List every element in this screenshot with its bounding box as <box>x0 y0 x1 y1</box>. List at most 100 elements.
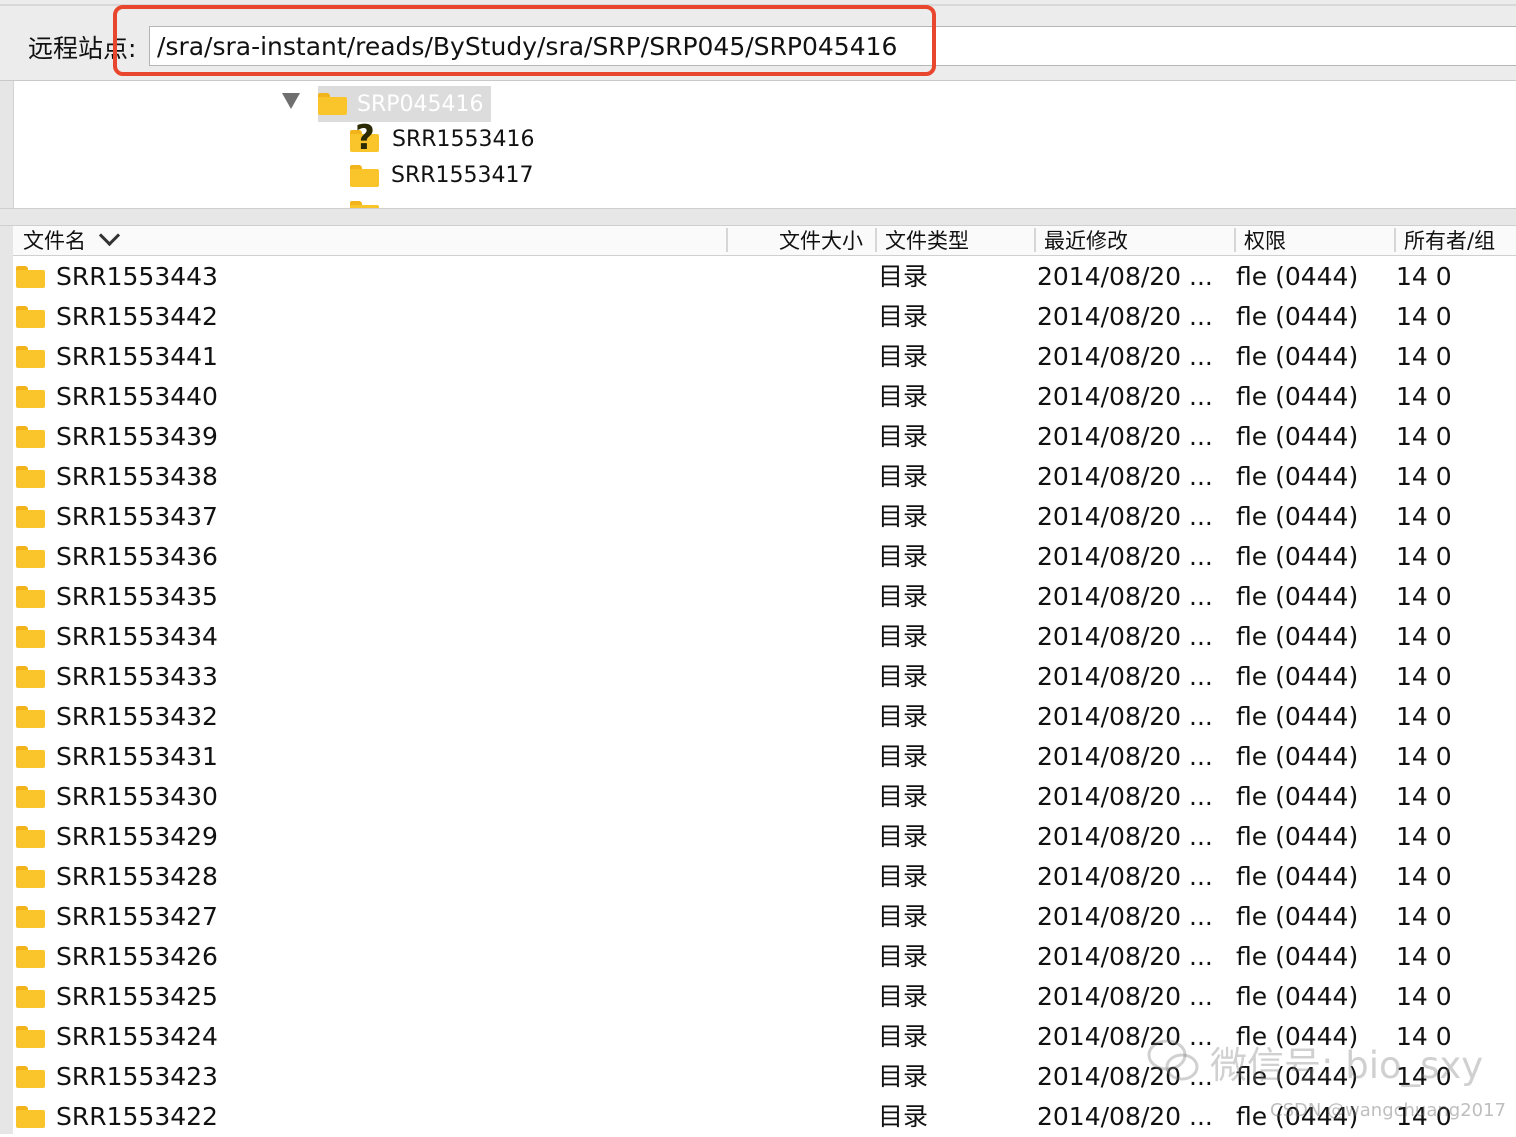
column-separator[interactable] <box>1234 228 1236 252</box>
file-modified: 2014/08/20 ... <box>1037 262 1213 291</box>
table-row[interactable]: SRR1553434 目录 2014/08/20 ... fle (0444) 14 0 <box>13 617 1516 657</box>
file-type: 目录 <box>878 262 929 291</box>
col-header-owner[interactable]: 所有者/组 <box>1404 226 1495 256</box>
file-owner: 14 0 <box>1396 702 1452 731</box>
column-separator[interactable] <box>875 228 877 252</box>
file-type: 目录 <box>878 942 929 971</box>
csdn-watermark: CSDN @wangchuang2017 <box>1270 1100 1507 1121</box>
file-modified: 2014/08/20 ... <box>1037 302 1213 331</box>
table-row[interactable]: SRR1553425 目录 2014/08/20 ... fle (0444) 14 0 <box>13 977 1516 1017</box>
folder-icon <box>16 906 45 928</box>
folder-icon <box>350 201 379 208</box>
table-row[interactable]: SRR1553432 目录 2014/08/20 ... fle (0444) 14 0 <box>13 697 1516 737</box>
file-type: 目录 <box>878 422 929 451</box>
file-owner: 14 0 <box>1396 822 1452 851</box>
column-separator[interactable] <box>1034 228 1036 252</box>
file-type: 目录 <box>878 1022 929 1051</box>
file-name: SRR1553433 <box>56 662 218 691</box>
file-name: SRR1553435 <box>56 582 218 611</box>
file-owner: 14 0 <box>1396 782 1452 811</box>
table-row[interactable]: SRR1553427 目录 2014/08/20 ... fle (0444) 14 0 <box>13 897 1516 937</box>
table-row[interactable]: SRR1553430 目录 2014/08/20 ... fle (0444) 14 0 <box>13 777 1516 817</box>
file-modified: 2014/08/20 ... <box>1037 1102 1213 1131</box>
folder-icon <box>16 346 45 368</box>
file-type: 目录 <box>878 902 929 931</box>
file-type: 目录 <box>878 742 929 771</box>
file-name: SRR1553441 <box>56 342 218 371</box>
table-row[interactable]: SRR1553436 目录 2014/08/20 ... fle (0444) 14 0 <box>13 537 1516 577</box>
tree-node[interactable]: SRR1553417 <box>350 163 534 188</box>
folder-icon <box>16 586 45 608</box>
folder-icon <box>318 93 347 115</box>
tree-node[interactable]: ? SRR1553416 <box>350 119 535 157</box>
path-highlight-box <box>113 5 936 76</box>
table-row[interactable]: SRR1553441 目录 2014/08/20 ... fle (0444) 14 0 <box>13 337 1516 377</box>
file-modified: 2014/08/20 ... <box>1037 582 1213 611</box>
file-permission: fle (0444) <box>1236 302 1359 331</box>
file-type: 目录 <box>878 862 929 891</box>
file-owner: 14 0 <box>1396 462 1452 491</box>
file-modified: 2014/08/20 ... <box>1037 382 1213 411</box>
pane-splitter[interactable] <box>0 208 1516 226</box>
col-header-name[interactable]: 文件名 <box>23 224 121 256</box>
file-modified: 2014/08/20 ... <box>1037 782 1213 811</box>
file-name: SRR1553428 <box>56 862 218 891</box>
file-type: 目录 <box>878 1102 929 1131</box>
col-header-perm[interactable]: 权限 <box>1244 226 1286 256</box>
col-header-modified[interactable]: 最近修改 <box>1044 226 1128 256</box>
file-owner: 14 0 <box>1396 862 1452 891</box>
tree-node-selected[interactable]: SRP045416 <box>318 86 491 122</box>
file-permission: fle (0444) <box>1236 942 1359 971</box>
file-type: 目录 <box>878 1062 929 1091</box>
file-permission: fle (0444) <box>1236 462 1359 491</box>
file-type: 目录 <box>878 822 929 851</box>
file-modified: 2014/08/20 ... <box>1037 622 1213 651</box>
folder-icon <box>16 786 45 808</box>
file-type: 目录 <box>878 702 929 731</box>
file-permission: fle (0444) <box>1236 822 1359 851</box>
file-modified: 2014/08/20 ... <box>1037 942 1213 971</box>
folder-icon <box>16 746 45 768</box>
table-row[interactable]: SRR1553440 目录 2014/08/20 ... fle (0444) 14 0 <box>13 377 1516 417</box>
folder-icon <box>16 386 45 408</box>
folder-icon <box>16 266 45 288</box>
column-separator[interactable] <box>726 228 728 252</box>
table-row[interactable]: SRR1553428 目录 2014/08/20 ... fle (0444) 14 0 <box>13 857 1516 897</box>
folder-icon <box>350 164 379 187</box>
file-modified: 2014/08/20 ... <box>1037 982 1213 1011</box>
file-type: 目录 <box>878 542 929 571</box>
file-modified: 2014/08/20 ... <box>1037 662 1213 691</box>
table-row[interactable]: SRR1553433 目录 2014/08/20 ... fle (0444) 14 0 <box>13 657 1516 697</box>
table-row[interactable]: SRR1553438 目录 2014/08/20 ... fle (0444) 14 0 <box>13 457 1516 497</box>
table-row[interactable]: SRR1553442 目录 2014/08/20 ... fle (0444) 14 0 <box>13 297 1516 337</box>
column-separator[interactable] <box>1394 228 1396 252</box>
col-header-type[interactable]: 文件类型 <box>885 226 969 256</box>
remote-directory-tree: SRP045416 ? SRR1553416 SRR1553417 <box>13 81 1516 208</box>
tree-node-label: SRP045416 <box>357 91 484 117</box>
folder-icon <box>16 466 45 488</box>
file-owner: 14 0 <box>1396 302 1452 331</box>
table-row[interactable]: SRR1553443 目录 2014/08/20 ... fle (0444) 14 0 <box>13 257 1516 297</box>
folder-icon <box>16 546 45 568</box>
question-icon: ? <box>350 119 380 157</box>
file-owner: 14 0 <box>1396 382 1452 411</box>
table-row[interactable]: SRR1553439 目录 2014/08/20 ... fle (0444) 14 0 <box>13 417 1516 457</box>
table-row[interactable]: SRR1553435 目录 2014/08/20 ... fle (0444) 14 0 <box>13 577 1516 617</box>
file-permission: fle (0444) <box>1236 422 1359 451</box>
file-modified: 2014/08/20 ... <box>1037 902 1213 931</box>
file-modified: 2014/08/20 ... <box>1037 422 1213 451</box>
collapse-arrow-icon[interactable] <box>282 93 300 109</box>
file-permission: fle (0444) <box>1236 982 1359 1011</box>
file-name: SRR1553437 <box>56 502 218 531</box>
remote-site-bar: 远程站点: <box>0 0 1516 81</box>
table-row[interactable]: SRR1553429 目录 2014/08/20 ... fle (0444) 14 0 <box>13 817 1516 857</box>
folder-icon <box>16 506 45 528</box>
table-row[interactable]: SRR1553431 目录 2014/08/20 ... fle (0444) 14 0 <box>13 737 1516 777</box>
col-header-size[interactable]: 文件大小 <box>779 226 863 256</box>
file-type: 目录 <box>878 302 929 331</box>
file-type: 目录 <box>878 622 929 651</box>
file-name: SRR1553434 <box>56 622 218 651</box>
file-name: SRR1553426 <box>56 942 218 971</box>
table-row[interactable]: SRR1553437 目录 2014/08/20 ... fle (0444) 14 0 <box>13 497 1516 537</box>
table-row[interactable]: SRR1553426 目录 2014/08/20 ... fle (0444) 14 0 <box>13 937 1516 977</box>
